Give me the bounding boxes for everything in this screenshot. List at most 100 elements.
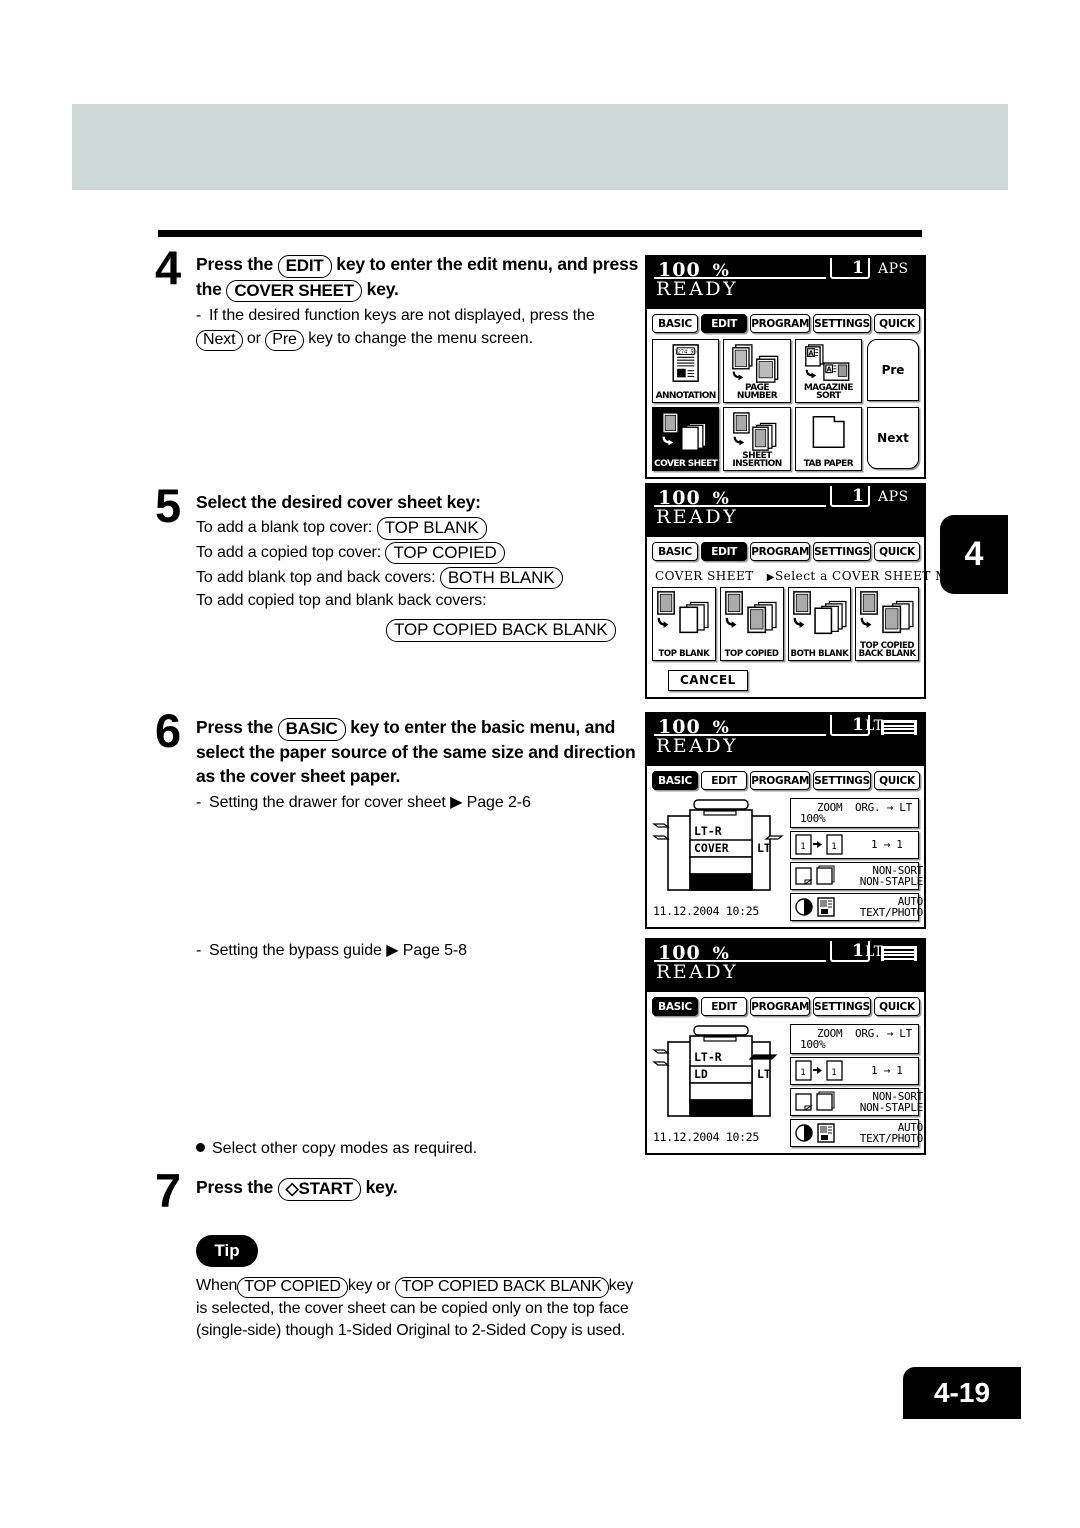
step-5-line-5: TOP COPIED BACK BLANK: [386, 618, 655, 642]
sort-setting-line2-4: NON-STAPLE: [859, 1101, 924, 1114]
tab-settings-1[interactable]: SETTINGS: [813, 314, 871, 333]
cover-sheet-title-hint: Select a COVER SHEET MODE: [774, 569, 978, 583]
prev-page-button[interactable]: Pre: [867, 339, 919, 401]
edit-icon-cover-sheet-label: COVER SHEET: [654, 459, 718, 470]
lcd-status-bar-4: 100% 1 LT READY: [647, 940, 924, 992]
lcd-tab-bar-1: BASIC EDIT PROGRAM SETTINGS QUICK: [647, 309, 924, 337]
cover-sheet-mode-title: COVER SHEET ▶Select a COVER SHEET MODE: [652, 567, 977, 587]
step-5-line-1: To add a blank top cover: TOP BLANK: [196, 516, 655, 540]
tab-program-4[interactable]: PROGRAM: [750, 997, 811, 1016]
tab-basic-1[interactable]: BASIC: [652, 314, 699, 333]
step-6-note-2-text: Setting the bypass guide: [209, 942, 382, 959]
step-7-head-post: key.: [365, 1177, 398, 1197]
tab-program-1[interactable]: PROGRAM: [750, 314, 811, 333]
cover-mode-top-copied[interactable]: TOP COPIED: [719, 587, 784, 661]
duplex-setting-button-4[interactable]: 1 1 1 → 1: [790, 1057, 919, 1085]
next-page-button[interactable]: Next: [867, 407, 919, 469]
density-icon-4: [795, 1123, 835, 1143]
annotation-icon: 1274 50: [653, 343, 718, 385]
edit-icon-magazine-sort-label: MAGAZINE SORT: [803, 382, 854, 402]
tab-program-2[interactable]: PROGRAM: [750, 542, 811, 561]
sort-setting-button-4[interactable]: NON-SORT NON-STAPLE: [790, 1088, 923, 1116]
svg-text:1: 1: [831, 842, 836, 852]
tip-top-copied-key-capsule: TOP COPIED: [237, 1277, 348, 1299]
tab-edit-3[interactable]: EDIT: [701, 771, 748, 790]
machine-diagram-3[interactable]: LT-R COVER LT LT 11.12.2004 10:25: [652, 798, 785, 918]
lcd-status-bar-3: 100% 1 LT READY: [647, 714, 924, 766]
top-copied-back-blank-key-capsule: TOP COPIED BACK BLANK: [386, 619, 616, 642]
tab-edit-2[interactable]: EDIT: [701, 542, 748, 561]
tab-basic-4[interactable]: BASIC: [652, 997, 699, 1016]
lcd-panel-basic-cover: 100% 1 LT READY BASIC EDIT PROGRAM SETTI…: [645, 712, 926, 929]
duplex-setting-label-4: 1 → 1: [871, 1064, 903, 1077]
step-4-note-pre: If the desired function keys are not dis…: [209, 307, 595, 325]
tab-quick-3[interactable]: QUICK: [873, 771, 920, 790]
svg-text:1: 1: [831, 1068, 836, 1078]
zoom-ratio-2: 100%: [654, 487, 826, 509]
edit-icon-sheet-insertion-label: SHEET INSERTION: [732, 450, 782, 470]
paper-mode-1: APS: [878, 261, 909, 277]
tab-basic-2[interactable]: BASIC: [652, 542, 699, 561]
tab-edit-1[interactable]: EDIT: [701, 314, 748, 333]
edit-icon-annotation[interactable]: 1274 50 ANNOTATION: [652, 339, 720, 403]
lcd-tab-bar-2: BASIC EDIT PROGRAM SETTINGS QUICK: [647, 537, 924, 565]
svg-text:1: 1: [800, 1068, 805, 1078]
sort-icon-3: [795, 865, 835, 885]
cover-mode-both-blank[interactable]: BOTH BLANK: [787, 587, 852, 661]
edit-key-capsule: EDIT: [277, 255, 332, 278]
edit-icon-page-number[interactable]: PAGE NUMBER: [723, 339, 791, 403]
machine-diagram-4[interactable]: LT-R LD LT LT 11.12.2004 10:25: [652, 1024, 785, 1144]
ready-text-4: READY: [656, 961, 739, 983]
cover-mode-top-copied-back-blank[interactable]: TOP COPIED BACK BLANK: [855, 587, 919, 661]
drawer-label-2-4: LD: [694, 1067, 708, 1081]
duplex-setting-button-3[interactable]: 1 1 1 → 1: [790, 831, 919, 859]
sort-setting-line2-3: NON-STAPLE: [859, 875, 924, 888]
edit-icon-cover-sheet[interactable]: COVER SHEET: [652, 407, 720, 471]
tab-settings-4[interactable]: SETTINGS: [813, 997, 871, 1016]
lcd-tab-bar-4: BASIC EDIT PROGRAM SETTINGS QUICK: [647, 992, 924, 1020]
zoom-setting-button-4[interactable]: ZOOM ORG. → LT 100%: [790, 1024, 919, 1054]
copy-count-4: 1: [830, 941, 870, 962]
drawer-label-1-4: LT-R: [694, 1050, 722, 1064]
step-4-note: - If the desired function keys are not di…: [196, 305, 655, 352]
edit-icon-magazine-sort[interactable]: A A MAGAZINE SORT: [794, 339, 862, 403]
tab-program-3[interactable]: PROGRAM: [750, 771, 811, 790]
edit-icon-page-number-label: PAGE NUMBER: [736, 382, 778, 402]
edit-icon-tab-paper[interactable]: TAB PAPER: [794, 407, 862, 471]
step-7-heading: Press the ◇START key.: [196, 1175, 655, 1201]
lcd-panel-cover-sheet-mode: 100% 1 APS READY BASIC EDIT PROGRAM SETT…: [645, 483, 977, 699]
magazine-sort-icon: A A: [796, 343, 861, 385]
tab-quick-4[interactable]: QUICK: [873, 997, 920, 1016]
step-4-head-post: key.: [366, 278, 399, 299]
tab-quick-2[interactable]: QUICK: [873, 542, 920, 561]
sort-setting-button-3[interactable]: NON-SORT NON-STAPLE: [790, 862, 923, 890]
zoom-setting-button-3[interactable]: ZOOM ORG. → LT 100%: [790, 798, 919, 828]
page-number-icon: [724, 343, 789, 385]
svg-text:1274 50: 1274 50: [675, 350, 697, 356]
tab-settings-2[interactable]: SETTINGS: [813, 542, 871, 561]
cover-mode-top-copied-back-blank-label: TOP COPIED BACK BLANK: [858, 640, 916, 659]
step-4-head-pre: Press the: [196, 254, 273, 274]
copy-count-2: 1: [830, 486, 870, 507]
step-7-number: 7: [155, 1164, 181, 1217]
zoom-ratio-1: 100%: [654, 259, 826, 281]
tab-basic-3[interactable]: BASIC: [652, 771, 699, 790]
lcd-panel-basic-ld: 100% 1 LT READY BASIC EDIT PROGRAM SETTI…: [645, 938, 926, 1155]
zoom-setting-right-3: ORG. → LT: [855, 801, 912, 814]
start-key-label: START: [298, 1179, 354, 1198]
svg-text:A: A: [826, 366, 832, 374]
cancel-button[interactable]: CANCEL: [668, 670, 748, 691]
ready-text-1: READY: [656, 278, 739, 300]
density-setting-button-4[interactable]: AUTO TEXT/PHOTO: [790, 1119, 923, 1147]
edit-icon-sheet-insertion[interactable]: SHEET INSERTION: [723, 407, 791, 471]
bypass-label-3: LT: [757, 841, 771, 855]
step-5-line-3-text: To add blank top and back covers:: [196, 568, 436, 586]
density-setting-button-3[interactable]: AUTO TEXT/PHOTO: [790, 893, 923, 921]
paper-stack-icon-3: [881, 720, 917, 735]
top-copied-key-capsule: TOP COPIED: [385, 541, 505, 565]
cover-mode-top-blank[interactable]: TOP BLANK: [652, 587, 716, 661]
content-top-rule: [158, 230, 922, 237]
tab-quick-1[interactable]: QUICK: [873, 314, 920, 333]
tab-edit-4[interactable]: EDIT: [701, 997, 748, 1016]
tab-settings-3[interactable]: SETTINGS: [813, 771, 871, 790]
